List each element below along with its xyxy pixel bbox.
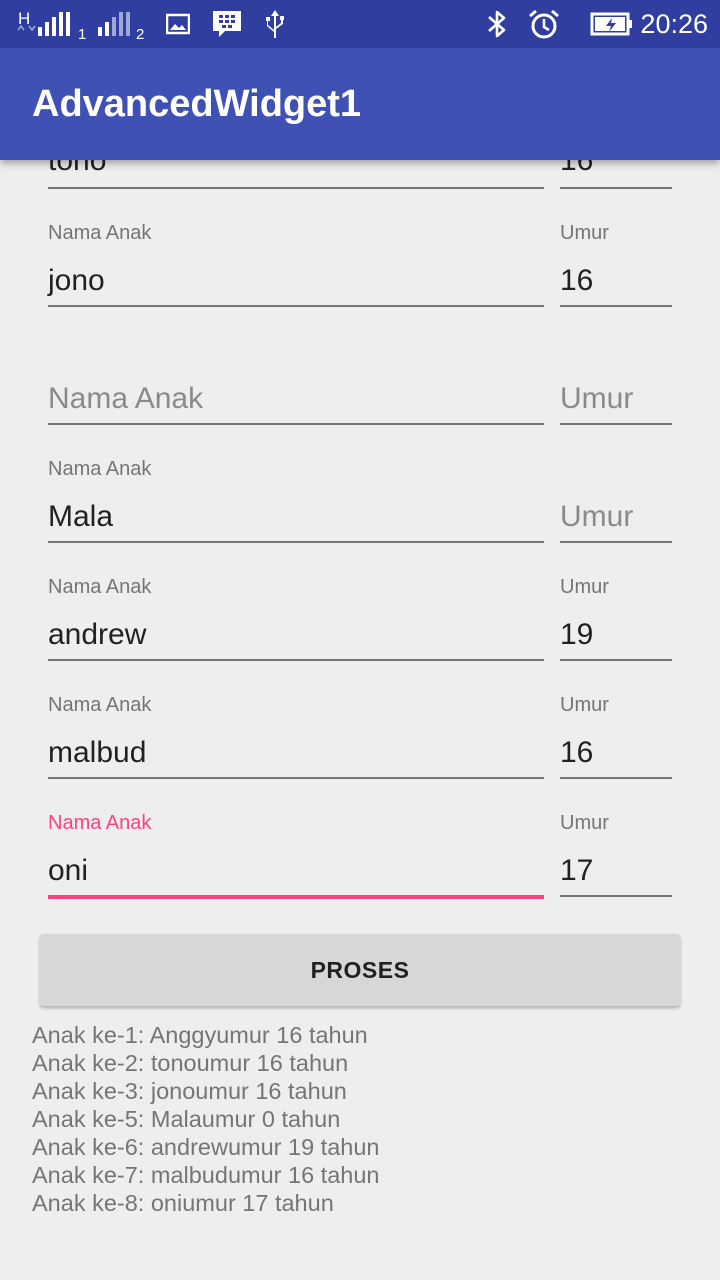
child-name-label: Nama Anak [48, 458, 152, 480]
child-age-underline [560, 541, 672, 543]
child-age-underline [560, 423, 672, 425]
child-name-underline [48, 777, 544, 779]
child-age-underline [560, 895, 672, 897]
child-age-label: Umur [560, 222, 609, 244]
child-age-underline [560, 187, 672, 189]
result-text: Anak ke-1: Anggyumur 16 tahun Anak ke-2:… [32, 1021, 692, 1217]
result-line: Anak ke-1: Anggyumur 16 tahun [32, 1022, 368, 1048]
child-age-label: Umur [560, 812, 609, 834]
alarm-icon [528, 0, 560, 48]
child-name-value: malbud [48, 736, 147, 769]
child-name-field-focused[interactable]: Nama Anak oni [48, 812, 544, 904]
child-age-underline [560, 777, 672, 779]
child-age-value: 19 [560, 618, 594, 651]
child-name-label: Nama Anak [48, 694, 152, 716]
child-name-underline [48, 187, 544, 189]
scroll-content[interactable]: tono 16 Nama Anak jono Umur 16 Nama Anak… [0, 0, 720, 1280]
child-age-value: 16 [560, 264, 594, 297]
usb-icon [262, 0, 288, 48]
child-age-field[interactable]: Umur 16 [560, 694, 672, 784]
result-line: Anak ke-7: malbudumur 16 tahun [32, 1162, 380, 1188]
proses-button[interactable]: PROSES [40, 934, 680, 1006]
sim1-label: 1 [78, 26, 87, 43]
child-age-label: Umur [560, 694, 609, 716]
child-name-field[interactable]: Nama Anak jono [48, 222, 544, 312]
child-name-field[interactable]: Nama Anak andrew [48, 576, 544, 666]
child-name-label: Nama Anak [48, 812, 152, 834]
network-type-icon: H [18, 9, 30, 28]
child-name-field[interactable]: Nama Anak Mala [48, 458, 544, 548]
result-line: Anak ke-8: oniumur 17 tahun [32, 1190, 334, 1216]
child-name-label: Nama Anak [48, 576, 152, 598]
result-line: Anak ke-6: andrewumur 19 tahun [32, 1134, 380, 1160]
sim2-label: 2 [136, 26, 145, 43]
battery-charging-icon [590, 0, 634, 48]
child-name-value: Mala [48, 500, 114, 533]
child-age-hint: Umur [560, 500, 634, 533]
child-name-underline-focused [48, 895, 544, 899]
child-name-underline [48, 305, 544, 307]
result-line: Anak ke-3: jonoumur 16 tahun [32, 1078, 347, 1104]
app-title: AdvancedWidget1 [32, 83, 362, 125]
child-age-label: Umur [560, 576, 609, 598]
bluetooth-icon [484, 0, 510, 48]
child-name-label: Nama Anak [48, 222, 152, 244]
child-age-field[interactable]: Umur 17 [560, 812, 672, 902]
result-line: Anak ke-5: Malaumur 0 tahun [32, 1106, 341, 1132]
app-bar: AdvancedWidget1 [0, 48, 720, 160]
child-name-value: jono [48, 264, 105, 297]
child-age-field[interactable]: Umur 19 [560, 576, 672, 666]
signal-sim1-icon: H [16, 0, 72, 48]
signal-sim2-icon [96, 0, 132, 48]
child-age-field[interactable]: Umur [560, 340, 672, 430]
child-name-hint: Nama Anak [48, 382, 204, 415]
child-age-hint: Umur [560, 382, 634, 415]
status-time: 20:26 [640, 9, 708, 39]
child-age-underline [560, 659, 672, 661]
status-bar: H 1 2 20:26 [0, 0, 720, 48]
child-age-value: 16 [560, 736, 594, 769]
child-name-underline [48, 423, 544, 425]
image-notification-icon [166, 0, 190, 48]
child-name-value: andrew [48, 618, 147, 651]
child-name-value: oni [48, 854, 89, 887]
child-age-value: 17 [560, 854, 594, 887]
child-age-field[interactable]: Umur 16 [560, 222, 672, 312]
child-age-field[interactable]: Umur [560, 458, 672, 548]
result-line: Anak ke-2: tonoumur 16 tahun [32, 1050, 349, 1076]
child-name-field[interactable]: Nama Anak [48, 340, 544, 430]
child-name-field[interactable]: Nama Anak malbud [48, 694, 544, 784]
child-name-underline [48, 659, 544, 661]
child-age-underline [560, 305, 672, 307]
bbm-notification-icon [212, 0, 242, 48]
child-name-underline [48, 541, 544, 543]
